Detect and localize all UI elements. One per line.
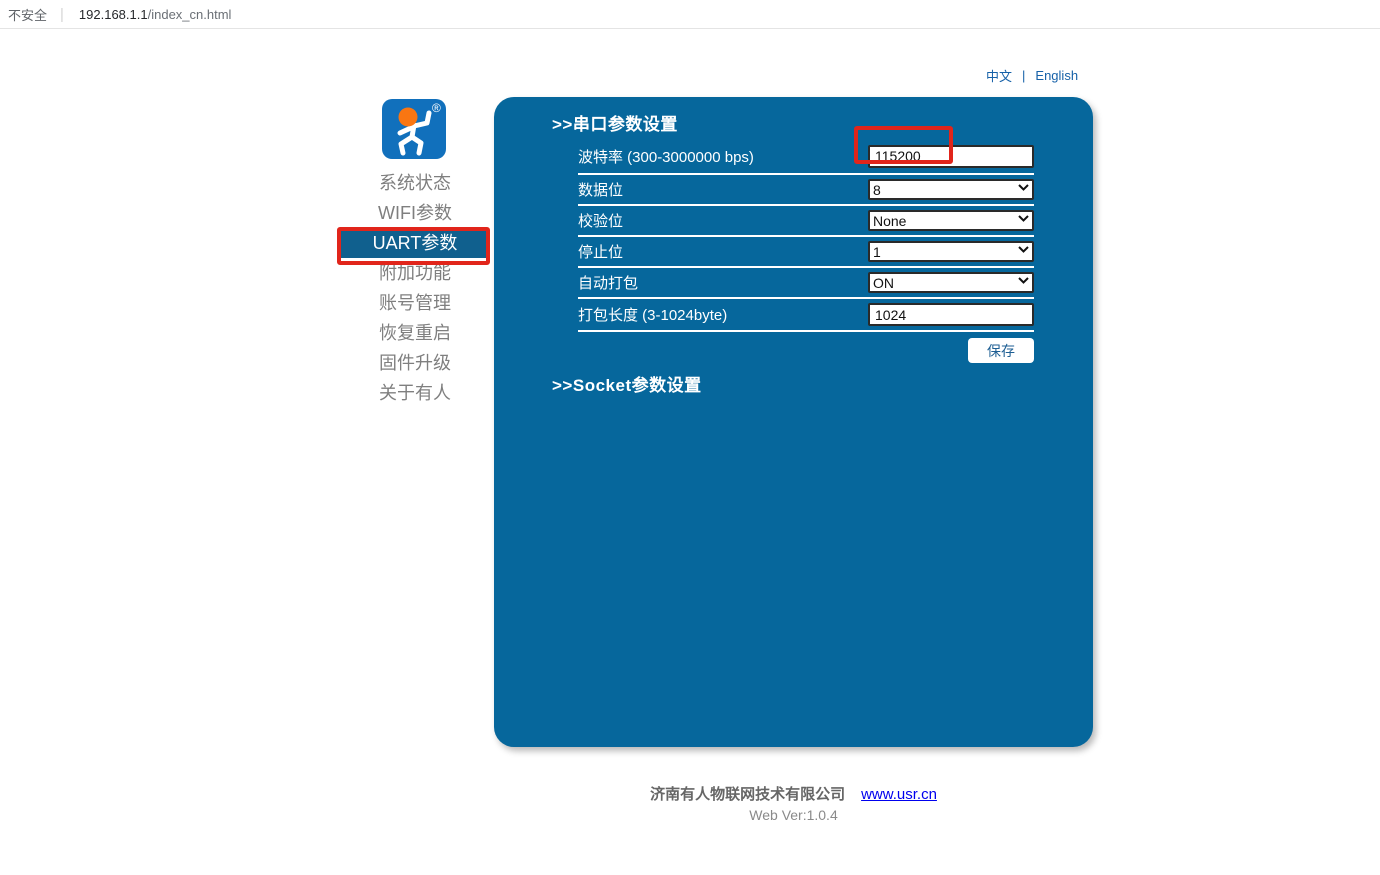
baud-rate-input[interactable]	[868, 145, 1034, 168]
browser-url-bar: 不安全 | 192.168.1.1/index_cn.html	[0, 0, 1380, 29]
sidebar-item-about-usr[interactable]: 关于有人	[341, 378, 489, 408]
url-host: 192.168.1.1	[79, 7, 148, 22]
page-footer: 济南有人物联网技术有限公司 www.usr.cn Web Ver:1.0.4	[494, 783, 1093, 823]
packet-length-input[interactable]	[868, 303, 1034, 326]
usr-logo-icon: ®	[381, 98, 447, 161]
parity-select-wrap: None	[868, 210, 1034, 231]
stop-bits-select[interactable]: 1	[868, 241, 1034, 262]
data-bits-label: 数据位	[578, 179, 623, 200]
sidebar-item-account-management[interactable]: 账号管理	[341, 288, 489, 318]
sidebar-item-system-status[interactable]: 系统状态	[341, 168, 489, 198]
auto-packet-label: 自动打包	[578, 272, 638, 293]
save-row: 保存	[578, 338, 1034, 363]
stop-bits-label: 停止位	[578, 241, 623, 262]
uart-settings-panel: >>串口参数设置 波特率 (300-3000000 bps) 数据位 8 校验位…	[494, 97, 1093, 747]
language-english-link[interactable]: English	[1035, 68, 1078, 83]
registered-trademark-icon: ®	[432, 101, 441, 115]
auto-packet-select[interactable]: ON	[868, 272, 1034, 293]
auto-packet-select-wrap: ON	[868, 272, 1034, 293]
data-bits-select-wrap: 8	[868, 179, 1034, 200]
web-version-label: Web Ver:1.0.4	[494, 807, 1093, 823]
field-row-data-bits: 数据位 8	[578, 175, 1034, 206]
field-row-stop-bits: 停止位 1	[578, 237, 1034, 268]
url-divider: |	[60, 6, 64, 23]
footer-company-line: 济南有人物联网技术有限公司 www.usr.cn	[494, 783, 1093, 804]
security-status-label: 不安全	[8, 5, 47, 24]
stop-bits-select-wrap: 1	[868, 241, 1034, 262]
serial-params-section-title: >>串口参数设置	[552, 110, 1093, 135]
company-name: 济南有人物联网技术有限公司	[650, 786, 845, 803]
packet-length-label: 打包长度 (3-1024byte)	[578, 304, 727, 325]
language-switcher: 中文 | English	[986, 66, 1078, 85]
data-bits-select[interactable]: 8	[868, 179, 1034, 200]
url-path: /index_cn.html	[148, 7, 232, 22]
page-url[interactable]: 192.168.1.1/index_cn.html	[79, 7, 232, 22]
baud-rate-label: 波特率 (300-3000000 bps)	[578, 146, 754, 167]
save-button[interactable]: 保存	[968, 338, 1034, 363]
sidebar-item-firmware-upgrade[interactable]: 固件升级	[341, 348, 489, 378]
language-chinese-link[interactable]: 中文	[986, 66, 1012, 85]
sidebar-item-addon-features[interactable]: 附加功能	[341, 258, 489, 288]
serial-params-form: 波特率 (300-3000000 bps) 数据位 8 校验位 None	[578, 139, 1034, 332]
field-row-baud-rate: 波特率 (300-3000000 bps)	[578, 139, 1034, 175]
usr-website-link[interactable]: www.usr.cn	[861, 786, 937, 803]
field-row-parity: 校验位 None	[578, 206, 1034, 237]
socket-params-section-title: >>Socket参数设置	[552, 371, 1093, 396]
sidebar-item-wifi-params[interactable]: WIFI参数	[341, 198, 489, 228]
parity-select[interactable]: None	[868, 210, 1034, 231]
sidebar-item-uart-params[interactable]: UART参数	[341, 228, 489, 258]
field-row-packet-length: 打包长度 (3-1024byte)	[578, 299, 1034, 332]
field-row-auto-packet: 自动打包 ON	[578, 268, 1034, 299]
sidebar-item-restore-restart[interactable]: 恢复重启	[341, 318, 489, 348]
parity-label: 校验位	[578, 210, 623, 231]
sidebar-menu: 系统状态 WIFI参数 UART参数 附加功能 账号管理 恢复重启 固件升级 关…	[341, 168, 489, 408]
usr-logo: ®	[381, 98, 447, 161]
language-divider: |	[1022, 68, 1025, 83]
